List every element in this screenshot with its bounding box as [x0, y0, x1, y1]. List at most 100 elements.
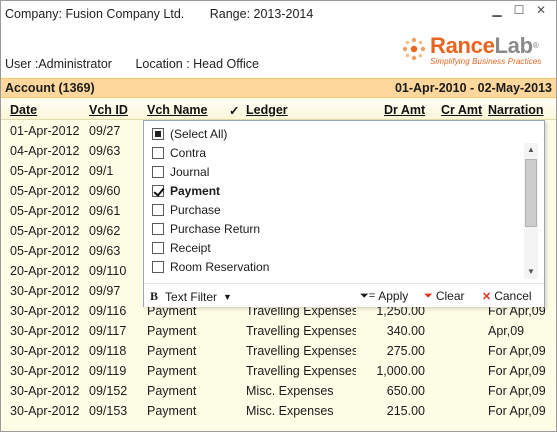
cell-vch-name: Payment	[147, 344, 197, 358]
filter-checkbox[interactable]	[152, 204, 164, 216]
minimize-icon[interactable]: ▁	[490, 3, 504, 17]
cell-date: 05-Apr-2012	[10, 164, 80, 178]
filter-option[interactable]: Payment	[152, 182, 220, 200]
cell-vch-id: 09/63	[89, 244, 121, 258]
cell-dr-amt: 215.00	[386, 404, 425, 418]
cell-date: 05-Apr-2012	[10, 244, 80, 258]
header: Company: Fusion Company Ltd. Range: 2013…	[1, 1, 556, 77]
company-info: Company: Fusion Company Ltd. Range: 2013…	[5, 7, 313, 21]
table-row[interactable]: 30-Apr-2012 09/117 Payment Travelling Expen…	[1, 321, 556, 341]
account-bar: Account (1369) 01-Apr-2010 - 02-May-2013	[1, 78, 556, 98]
cancel-icon: ✕	[482, 290, 492, 303]
date-range: 01-Apr-2010 - 02-May-2013	[394, 81, 552, 95]
app-window: Company: Fusion Company Ltd. Range: 2013…	[0, 0, 557, 432]
filter-active-icon[interactable]: ✓	[229, 103, 239, 118]
cell-date: 05-Apr-2012	[10, 184, 80, 198]
filter-option[interactable]: (Select All)	[152, 125, 227, 143]
company-name: Company: Fusion Company Ltd.	[5, 7, 185, 21]
cell-vch-name: Payment	[147, 324, 197, 338]
column-vch-name[interactable]: Vch Name	[147, 103, 207, 117]
cell-ledger: Travelling Expenses	[246, 344, 356, 358]
filter-checkbox[interactable]	[152, 147, 164, 159]
filter-checkbox[interactable]	[152, 166, 164, 178]
cell-vch-id: 09/119	[89, 364, 127, 378]
rancelab-logo: RanceLab® Simplifying Business Practices	[401, 34, 553, 70]
cell-date: 30-Apr-2012	[10, 304, 80, 318]
scroll-thumb[interactable]	[525, 159, 537, 227]
apply-label: Apply	[378, 289, 409, 303]
cell-dr-amt: 1,000.00	[376, 364, 425, 378]
filter-checkbox[interactable]	[152, 223, 164, 235]
filter-checkbox[interactable]	[152, 185, 164, 197]
cell-vch-id: 09/152	[89, 384, 128, 398]
cell-ledger: Misc. Expenses	[246, 404, 334, 418]
column-vch-id[interactable]: Vch ID	[89, 103, 128, 117]
filter-option-label: Room Reservation	[170, 260, 270, 274]
chevron-down-icon: ▼	[223, 291, 232, 302]
table-row[interactable]: 30-Apr-2012 09/118 Payment Travelling Expen…	[1, 341, 556, 361]
logo-gear-icon	[402, 37, 426, 61]
filter-option-label: Purchase	[170, 203, 221, 217]
column-cr-amt[interactable]: Cr Amt	[441, 103, 482, 117]
restore-icon[interactable]: ☐	[512, 3, 526, 17]
filter-option[interactable]: Purchase Return	[152, 220, 260, 238]
scroll-down-icon[interactable]: ▼	[524, 265, 538, 279]
cancel-button[interactable]: ✕ Cancel	[482, 289, 532, 303]
cell-dr-amt: 340.00	[386, 324, 425, 338]
cell-date: 30-Apr-2012	[10, 404, 80, 418]
user-label: User :Administrator	[5, 57, 112, 71]
filter-checkbox[interactable]	[152, 242, 164, 254]
cell-dr-amt: 650.00	[386, 384, 425, 398]
logo-wordmark: RanceLab®	[430, 33, 539, 58]
column-header-row: Date Vch ID Vch Name ✓ Ledger Dr Amt Cr …	[1, 100, 556, 120]
cell-vch-name: Payment	[147, 404, 197, 418]
filter-checkbox[interactable]	[152, 128, 164, 140]
table-row[interactable]: 30-Apr-2012 09/152 Payment Misc. Expenses 65…	[1, 381, 556, 401]
filter-apply-icon: ⏷=	[360, 289, 376, 302]
cell-narration: For Apr,09	[488, 384, 546, 398]
filter-scrollbar[interactable]: ▲ ▼	[524, 143, 538, 279]
cell-vch-id: 09/61	[89, 204, 121, 218]
cell-date: 20-Apr-2012	[10, 264, 80, 278]
table-row[interactable]: 30-Apr-2012 09/153 Payment Misc. Expenses 21…	[1, 401, 556, 421]
table-row[interactable]: 30-Apr-2012 09/119 Payment Travelling Expen…	[1, 361, 556, 381]
column-ledger[interactable]: Ledger	[246, 103, 288, 117]
filter-option-label: (Select All)	[170, 127, 228, 141]
cell-vch-id: 09/153	[89, 404, 128, 418]
cell-date: 30-Apr-2012	[10, 324, 80, 338]
cell-narration: For Apr,09	[488, 364, 546, 378]
column-narration[interactable]: Narration	[488, 103, 544, 117]
cell-vch-id: 09/62	[89, 224, 121, 238]
cell-date: 30-Apr-2012	[10, 344, 80, 358]
cell-date: 01-Apr-2012	[10, 124, 80, 138]
cell-ledger: Travelling Expenses	[246, 364, 356, 378]
column-date[interactable]: Date	[10, 103, 37, 117]
cell-ledger: Travelling Expenses	[246, 324, 356, 338]
apply-button[interactable]: ⏷= Apply	[360, 289, 408, 303]
account-title: Account (1369)	[5, 81, 95, 95]
filter-option[interactable]: Purchase	[152, 201, 221, 219]
filter-checkbox[interactable]	[152, 261, 164, 273]
cell-vch-id: 09/116	[89, 304, 127, 318]
cell-date: 30-Apr-2012	[10, 284, 80, 298]
filter-option[interactable]: Receipt	[152, 239, 211, 257]
clear-button[interactable]: ⏷ Clear	[424, 289, 465, 303]
cell-narration: For Apr,09	[488, 404, 546, 418]
cell-narration: Apr,09	[488, 324, 525, 338]
cell-vch-id: 09/1	[89, 164, 114, 178]
text-filter-button[interactable]: B Text Filter ▼	[150, 289, 232, 304]
cancel-label: Cancel	[494, 289, 532, 303]
column-dr-amt[interactable]: Dr Amt	[384, 103, 425, 117]
clear-label: Clear	[435, 289, 465, 303]
close-icon[interactable]: ✕	[534, 3, 548, 17]
cell-vch-id: 09/117	[89, 324, 127, 338]
filter-option[interactable]: Room Reservation	[152, 258, 269, 276]
cell-vch-id: 09/110	[89, 264, 127, 278]
cell-date: 04-Apr-2012	[10, 144, 80, 158]
cell-date: 30-Apr-2012	[10, 364, 80, 378]
filter-option-label: Purchase Return	[170, 222, 261, 236]
filter-option[interactable]: Contra	[152, 144, 206, 162]
cell-narration: For Apr,09	[488, 344, 546, 358]
filter-option[interactable]: Journal	[152, 163, 209, 181]
scroll-up-icon[interactable]: ▲	[524, 143, 538, 157]
